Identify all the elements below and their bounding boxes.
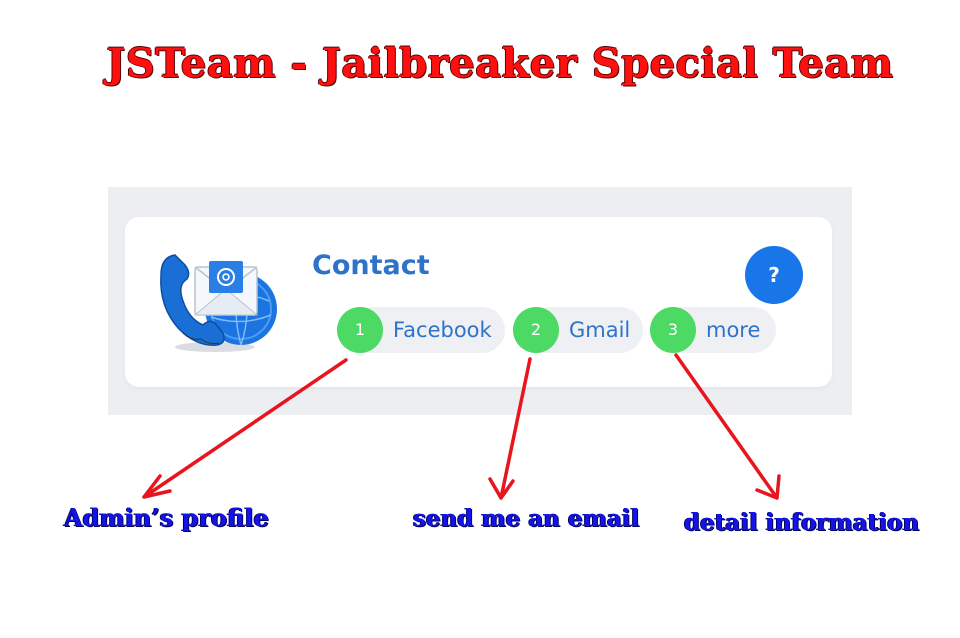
gmail-link-label: Gmail (569, 318, 631, 342)
annotation-send-email: send me an email (413, 505, 640, 532)
facebook-link-button[interactable]: 1 Facebook (337, 307, 505, 353)
annotation-detail-information: detail information (684, 509, 920, 536)
step-badge-3: 3 (650, 307, 696, 353)
more-link-label: more (706, 318, 761, 342)
contact-title: Contact (312, 250, 430, 281)
facebook-link-label: Facebook (393, 318, 492, 342)
step-badge-2: 2 (513, 307, 559, 353)
gmail-link-button[interactable]: 2 Gmail (513, 307, 643, 353)
step-badge-1: 1 (337, 307, 383, 353)
annotation-admin-profile: Admin’s profile (64, 503, 269, 532)
help-button[interactable]: ? (745, 246, 803, 304)
banner-title: JSTeam - Jailbreaker Special Team (106, 40, 894, 87)
more-link-button[interactable]: 3 more (650, 307, 776, 353)
phone-email-icon (160, 254, 277, 352)
